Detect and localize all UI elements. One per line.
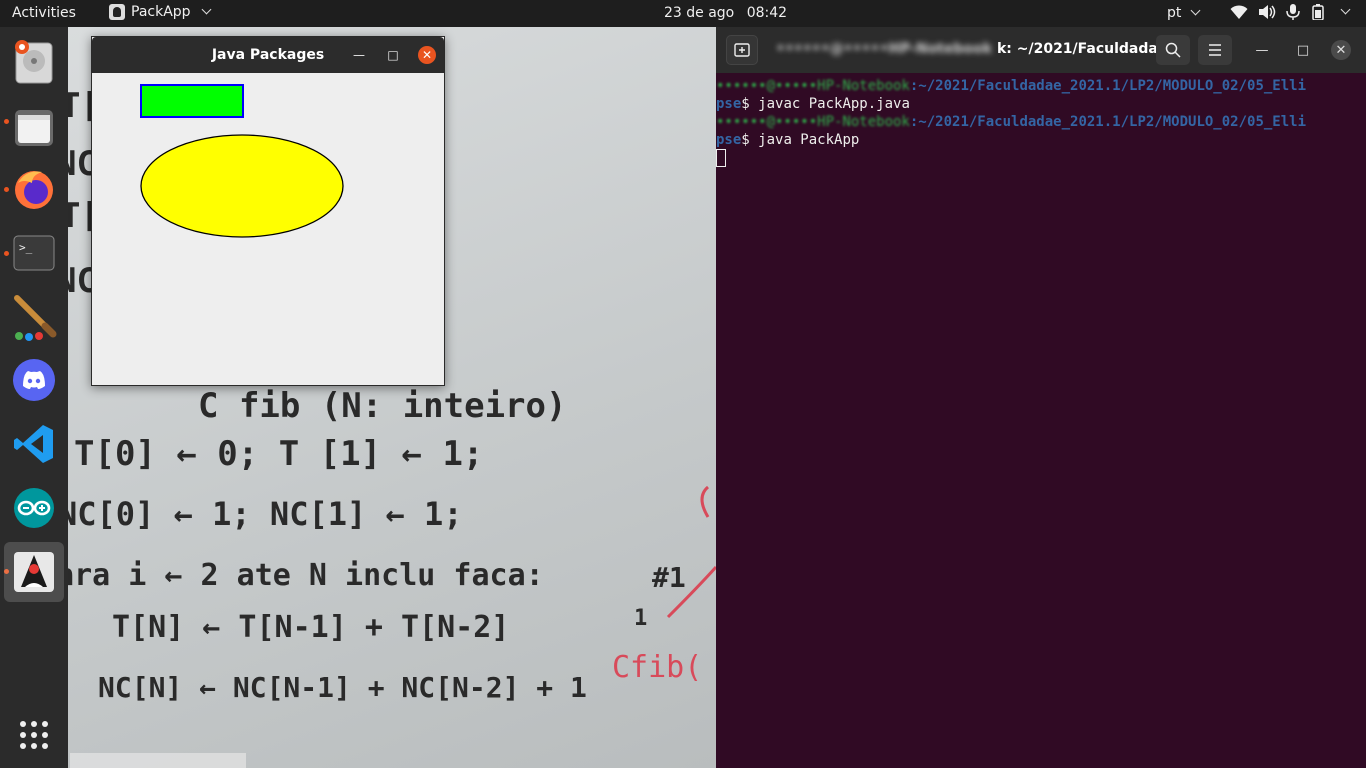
- dock-arduino[interactable]: [4, 478, 64, 538]
- minimize-button[interactable]: —: [350, 46, 368, 64]
- wall-line: #1: [652, 561, 686, 594]
- date-label: 23 de ago: [664, 5, 735, 21]
- activities-button[interactable]: Activities: [12, 5, 76, 21]
- clock[interactable]: 23 de ago 08:42: [664, 5, 787, 21]
- search-icon: [1165, 42, 1181, 58]
- dock-disk-utility[interactable]: [4, 33, 64, 93]
- show-applications-button[interactable]: [4, 705, 64, 765]
- wall-line: NC[0] ← 1; NC[1] ← 1;: [68, 495, 463, 533]
- yellow-ellipse: [140, 134, 344, 238]
- terminal-title: ••••••@•••••HP-Notebook k: ~/2021/Faculd…: [776, 41, 1190, 57]
- system-tray[interactable]: [1230, 4, 1351, 20]
- chevron-down-icon: [1340, 4, 1351, 14]
- terminal-output[interactable]: ••••••@•••••HP-Notebook:~/2021/Faculdada…: [716, 73, 1366, 167]
- terminal-title-hidden: ••••••@•••••HP-Notebook: [776, 41, 993, 57]
- battery-icon: [1312, 4, 1324, 20]
- close-button[interactable]: ✕: [418, 46, 436, 64]
- command-text: $ javac PackApp.java: [741, 96, 910, 112]
- dock-vscode[interactable]: [4, 414, 64, 474]
- terminal-line: ••••••@•••••HP-Notebook:~/2021/Faculdada…: [716, 113, 1366, 131]
- files-icon: [15, 110, 53, 146]
- prompt-path: pse: [716, 132, 742, 148]
- close-button[interactable]: ✕: [1331, 40, 1351, 60]
- wifi-icon: [1230, 5, 1248, 19]
- wall-line: NC[N] ← NC[N-1] + NC[N-2] + 1: [98, 671, 587, 704]
- dock-firefox[interactable]: [4, 159, 64, 219]
- dock-files[interactable]: [4, 97, 64, 157]
- java-app-icon: [109, 4, 125, 20]
- java-packages-window[interactable]: Java Packages — □ ✕: [91, 36, 445, 386]
- top-bar: Activities PackApp 23 de ago 08:42 pt: [0, 0, 1366, 27]
- wall-line: para i ← 2 ate N inclu faca:: [68, 558, 544, 593]
- input-language-menu[interactable]: pt: [1167, 5, 1201, 21]
- terminal-line: pse$ java PackApp: [716, 131, 1366, 149]
- menu-button[interactable]: [1198, 35, 1232, 65]
- dock-discord[interactable]: [4, 350, 64, 410]
- dock-terminal[interactable]: >_: [4, 223, 64, 283]
- wall-line: T[0] ← 0; T [1] ← 1;: [74, 434, 483, 474]
- maximize-button[interactable]: □: [1293, 40, 1313, 60]
- volume-icon: [1259, 5, 1276, 19]
- prompt-path: :~/2021/Faculdadae_2021.1/LP2/MODULO_02/…: [909, 114, 1307, 130]
- language-label: pt: [1167, 5, 1182, 21]
- microphone-icon: [1286, 4, 1300, 20]
- dock: >_: [0, 27, 68, 768]
- wall-line: 1: [634, 606, 647, 631]
- maximize-button[interactable]: □: [384, 46, 402, 64]
- new-tab-icon: [734, 43, 750, 57]
- wall-line: Cfib(: [612, 650, 702, 685]
- app-menu[interactable]: PackApp: [109, 4, 212, 20]
- command-text: $ java PackApp: [741, 132, 860, 148]
- grid-icon: [20, 721, 48, 749]
- svg-text:>_: >_: [19, 241, 33, 254]
- terminal-line: [716, 149, 1366, 167]
- terminal-window[interactable]: ••••••@•••••HP-Notebook k: ~/2021/Faculd…: [716, 27, 1366, 768]
- search-button[interactable]: [1156, 35, 1190, 65]
- prompt-path: :~/2021/Faculdadae_2021.1/LP2/MODULO_02/…: [909, 78, 1307, 94]
- prompt-user: ••••••@•••••HP-Notebook: [716, 114, 910, 130]
- dock-java-app[interactable]: [4, 542, 64, 602]
- terminal-line: pse$ javac PackApp.java: [716, 95, 1366, 113]
- arduino-icon: [14, 488, 54, 528]
- disk-utility-icon: [15, 40, 53, 84]
- drawing-canvas: [92, 73, 444, 385]
- hamburger-icon: [1209, 44, 1221, 56]
- chevron-down-icon: [201, 4, 212, 14]
- terminal-icon: >_: [13, 235, 55, 271]
- green-rectangle: [140, 84, 244, 118]
- discord-icon: [13, 359, 55, 401]
- window-titlebar[interactable]: Java Packages — □ ✕: [92, 37, 444, 73]
- time-label: 08:42: [746, 5, 788, 21]
- java-duke-icon: [14, 552, 54, 592]
- chevron-down-icon: [1190, 5, 1201, 16]
- terminal-headerbar[interactable]: ••••••@•••••HP-Notebook k: ~/2021/Faculd…: [716, 27, 1366, 73]
- new-tab-button[interactable]: [726, 35, 758, 65]
- vscode-icon: [14, 425, 53, 463]
- prompt-path: pse: [716, 96, 742, 112]
- firefox-icon: [15, 171, 53, 209]
- wall-line: T[N] ← T[N-1] + T[N-2]: [112, 610, 509, 645]
- minimize-button[interactable]: —: [1252, 40, 1272, 60]
- dock-paint-app[interactable]: [4, 287, 64, 347]
- wall-line: C fib (N: inteiro): [198, 386, 566, 426]
- terminal-line: ••••••@•••••HP-Notebook:~/2021/Faculdada…: [716, 77, 1366, 95]
- text-cursor: [716, 149, 726, 167]
- app-menu-label: PackApp: [131, 4, 191, 20]
- paintbrush-icon: [14, 295, 57, 341]
- prompt-user: ••••••@•••••HP-Notebook: [716, 78, 910, 94]
